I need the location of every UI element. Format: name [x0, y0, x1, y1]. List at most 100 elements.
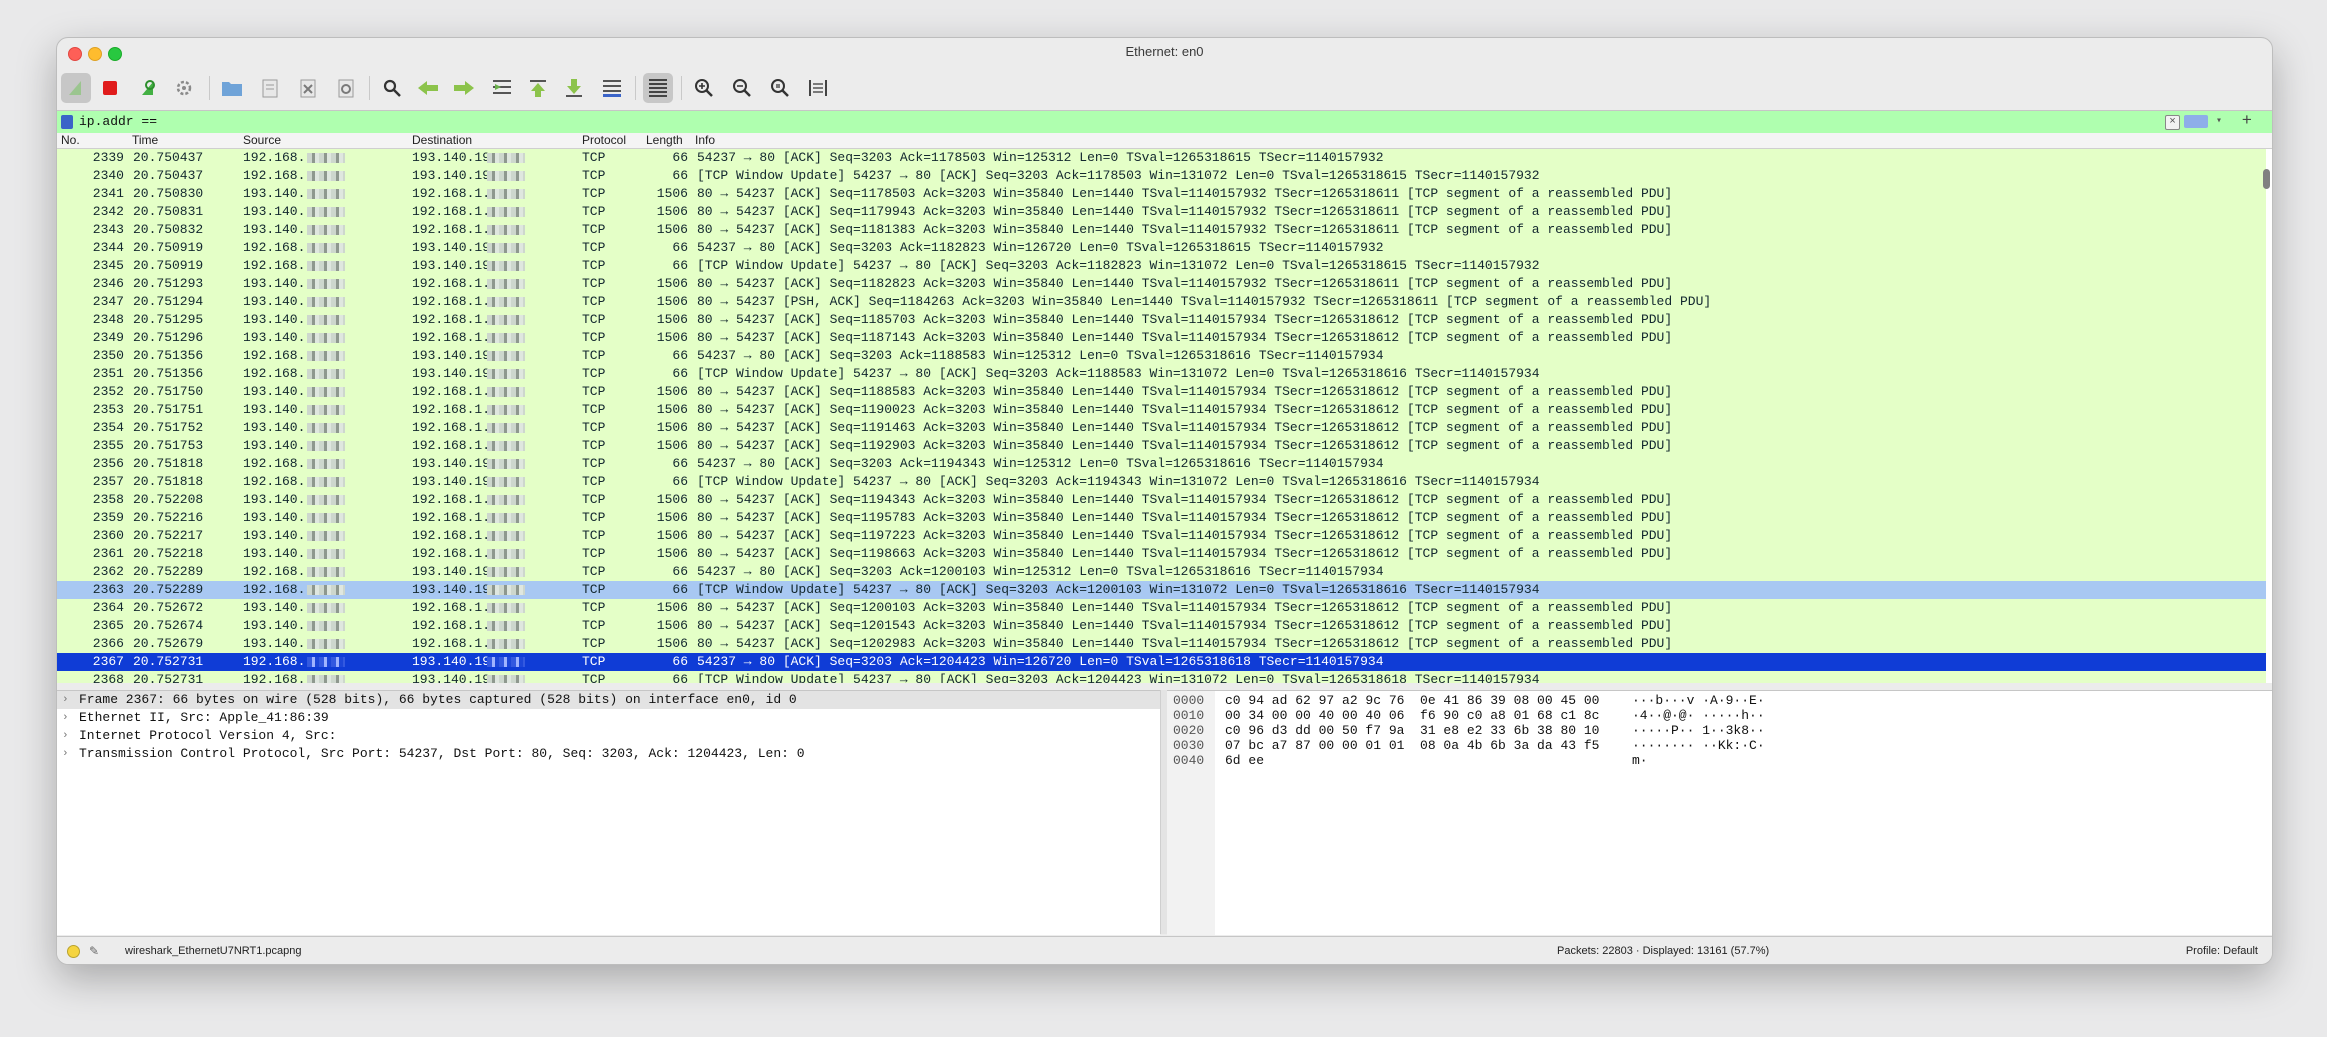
- save-file-icon[interactable]: [255, 73, 285, 103]
- column-header-info[interactable]: Info: [695, 133, 715, 148]
- go-first-icon[interactable]: [523, 73, 553, 103]
- apply-filter-arrow-icon[interactable]: [2184, 115, 2208, 128]
- packet-row[interactable]: 2358 20.752208 193.140. 192.168.1. TCP 1506 80…: [57, 491, 2266, 509]
- packet-length: 1506: [656, 312, 688, 327]
- hex-dump-line[interactable]: 0010 00 34 00 00 40 00 40 06 f6 90 c0 a8 …: [1167, 708, 2272, 723]
- packet-row[interactable]: 2346 20.751293 193.140. 192.168.1. TCP 1506 80…: [57, 275, 2266, 293]
- redacted-address-blur: [487, 405, 525, 415]
- resize-columns-icon[interactable]: [803, 73, 833, 103]
- expand-chevron-icon[interactable]: ›: [62, 727, 69, 745]
- packet-row[interactable]: 2363 20.752289 192.168. 193.140.19 TCP 66 [TCP…: [57, 581, 2266, 599]
- open-folder-icon[interactable]: [217, 73, 247, 103]
- packet-row[interactable]: 2361 20.752218 193.140. 192.168.1. TCP 1506 80…: [57, 545, 2266, 563]
- clear-filter-icon[interactable]: ×: [2165, 115, 2180, 130]
- stop-capture-icon[interactable]: [95, 73, 125, 103]
- status-bar: ✎ wireshark_EthernetU7NRT1.pcapng Packet…: [57, 936, 2272, 964]
- packet-row[interactable]: 2365 20.752674 193.140. 192.168.1. TCP 1506 80…: [57, 617, 2266, 635]
- zoom-in-icon[interactable]: [689, 73, 719, 103]
- packet-row[interactable]: 2354 20.751752 193.140. 192.168.1. TCP 1506 80…: [57, 419, 2266, 437]
- packet-destination: 192.168.1.: [412, 546, 491, 561]
- close-window-button[interactable]: [68, 47, 82, 61]
- hex-dump-line[interactable]: 0030 07 bc a7 87 00 00 01 01 08 0a 4b 6b …: [1167, 738, 2272, 753]
- expand-chevron-icon[interactable]: ›: [62, 691, 69, 709]
- normal-size-icon[interactable]: [765, 73, 795, 103]
- redacted-address-blur: [487, 621, 525, 631]
- packet-row[interactable]: 2368 20.752731 192.168. 193.140.19 TCP 66 [TCP…: [57, 671, 2266, 683]
- packet-row[interactable]: 2359 20.752216 193.140. 192.168.1. TCP 1506 80…: [57, 509, 2266, 527]
- column-header-destination[interactable]: Destination: [412, 133, 472, 148]
- redacted-address-blur: [487, 369, 525, 379]
- add-filter-button-plus-icon[interactable]: +: [2242, 111, 2252, 133]
- minimize-window-button[interactable]: [88, 47, 102, 61]
- packet-row[interactable]: 2339 20.750437 192.168. 193.140.19 TCP 66 5423…: [57, 149, 2266, 167]
- find-packet-icon[interactable]: [377, 73, 407, 103]
- packet-row[interactable]: 2343 20.750832 193.140. 192.168.1. TCP 1506 80…: [57, 221, 2266, 239]
- packet-length: 1506: [656, 600, 688, 615]
- packet-row[interactable]: 2367 20.752731 192.168. 193.140.19 TCP 66 5423…: [57, 653, 2266, 671]
- detail-tree-item[interactable]: › Ethernet II, Src: Apple_41:86:39: [57, 709, 1160, 727]
- packet-destination: 192.168.1.: [412, 330, 491, 345]
- packet-destination: 192.168.1.: [412, 438, 491, 453]
- packet-row[interactable]: 2351 20.751356 192.168. 193.140.19 TCP 66 [TCP…: [57, 365, 2266, 383]
- shark-fin-start-icon[interactable]: [61, 73, 91, 103]
- column-header-protocol[interactable]: Protocol: [582, 133, 626, 148]
- close-file-icon[interactable]: [293, 73, 323, 103]
- packet-row[interactable]: 2344 20.750919 192.168. 193.140.19 TCP 66 5423…: [57, 239, 2266, 257]
- packet-row[interactable]: 2341 20.750830 193.140. 192.168.1. TCP 1506 80…: [57, 185, 2266, 203]
- packet-info: 80 → 54237 [ACK] Seq=1188583 Ack=3203 Wi…: [697, 384, 1673, 399]
- packet-source: 192.168.: [243, 168, 306, 183]
- hex-dump-line[interactable]: 0000 c0 94 ad 62 97 a2 9c 76 0e 41 86 39 …: [1167, 693, 2272, 708]
- zoom-window-button[interactable]: [108, 47, 122, 61]
- go-forward-icon[interactable]: [449, 73, 479, 103]
- packet-row[interactable]: 2353 20.751751 193.140. 192.168.1. TCP 1506 80…: [57, 401, 2266, 419]
- auto-scroll-icon[interactable]: [597, 73, 627, 103]
- packet-number: 2351: [92, 366, 124, 381]
- packet-row[interactable]: 2348 20.751295 193.140. 192.168.1. TCP 1506 80…: [57, 311, 2266, 329]
- detail-tree-item[interactable]: › Transmission Control Protocol, Src Port…: [57, 745, 1160, 763]
- column-header-no[interactable]: No.: [61, 133, 80, 148]
- hex-dump-line[interactable]: 0020 c0 96 d3 dd 00 50 f7 9a 31 e8 e2 33 …: [1167, 723, 2272, 738]
- packet-destination: 193.140.19: [412, 564, 491, 579]
- column-header-time[interactable]: Time: [132, 133, 158, 148]
- packet-row[interactable]: 2347 20.751294 193.140. 192.168.1. TCP 1506 80…: [57, 293, 2266, 311]
- capture-options-gear-icon[interactable]: [169, 73, 199, 103]
- packet-row[interactable]: 2349 20.751296 193.140. 192.168.1. TCP 1506 80…: [57, 329, 2266, 347]
- packet-list-scrollbar-thumb[interactable]: [2263, 169, 2270, 189]
- zoom-out-icon[interactable]: [727, 73, 757, 103]
- packet-row[interactable]: 2364 20.752672 193.140. 192.168.1. TCP 1506 80…: [57, 599, 2266, 617]
- expand-chevron-icon[interactable]: ›: [62, 709, 69, 727]
- packet-row[interactable]: 2350 20.751356 192.168. 193.140.19 TCP 66 5423…: [57, 347, 2266, 365]
- filter-history-chevron-down-icon[interactable]: ▾: [2216, 111, 2222, 133]
- go-to-packet-icon[interactable]: [487, 73, 517, 103]
- colorize-icon[interactable]: [643, 73, 673, 103]
- column-header-source[interactable]: Source: [243, 133, 281, 148]
- packet-row[interactable]: 2340 20.750437 192.168. 193.140.19 TCP 66 [TCP…: [57, 167, 2266, 185]
- capture-comment-edit-icon[interactable]: ✎: [89, 937, 99, 964]
- packet-row[interactable]: 2362 20.752289 192.168. 193.140.19 TCP 66 5423…: [57, 563, 2266, 581]
- packet-row[interactable]: 2352 20.751750 193.140. 192.168.1. TCP 1506 80…: [57, 383, 2266, 401]
- packet-number: 2358: [92, 492, 124, 507]
- profile-selector[interactable]: Profile: Default: [2186, 937, 2258, 964]
- reload-file-icon[interactable]: [331, 73, 361, 103]
- redacted-address-blur: [307, 639, 345, 649]
- expert-info-status-icon[interactable]: [67, 945, 80, 958]
- column-header-length[interactable]: Length: [646, 133, 683, 148]
- packet-row[interactable]: 2360 20.752217 193.140. 192.168.1. TCP 1506 80…: [57, 527, 2266, 545]
- packet-row[interactable]: 2342 20.750831 193.140. 192.168.1. TCP 1506 80…: [57, 203, 2266, 221]
- detail-tree-item[interactable]: › Frame 2367: 66 bytes on wire (528 bits)…: [57, 691, 1160, 709]
- packet-row[interactable]: 2356 20.751818 192.168. 193.140.19 TCP 66 5423…: [57, 455, 2266, 473]
- packet-row[interactable]: 2357 20.751818 192.168. 193.140.19 TCP 66 [TCP…: [57, 473, 2266, 491]
- filter-bookmark-icon[interactable]: [61, 115, 73, 129]
- packet-protocol: TCP: [582, 348, 606, 363]
- packet-number: 2353: [92, 402, 124, 417]
- restart-capture-icon[interactable]: [133, 73, 163, 103]
- packet-row[interactable]: 2366 20.752679 193.140. 192.168.1. TCP 1506 80…: [57, 635, 2266, 653]
- packet-row[interactable]: 2345 20.750919 192.168. 193.140.19 TCP 66 [TCP…: [57, 257, 2266, 275]
- go-last-icon[interactable]: [559, 73, 589, 103]
- hex-dump-line[interactable]: 0040 6d ee m·: [1167, 753, 2272, 768]
- display-filter-input[interactable]: ip.addr ==: [79, 111, 157, 133]
- detail-tree-item[interactable]: › Internet Protocol Version 4, Src:: [57, 727, 1160, 745]
- expand-chevron-icon[interactable]: ›: [62, 745, 69, 763]
- packet-row[interactable]: 2355 20.751753 193.140. 192.168.1. TCP 1506 80…: [57, 437, 2266, 455]
- go-back-icon[interactable]: [413, 73, 443, 103]
